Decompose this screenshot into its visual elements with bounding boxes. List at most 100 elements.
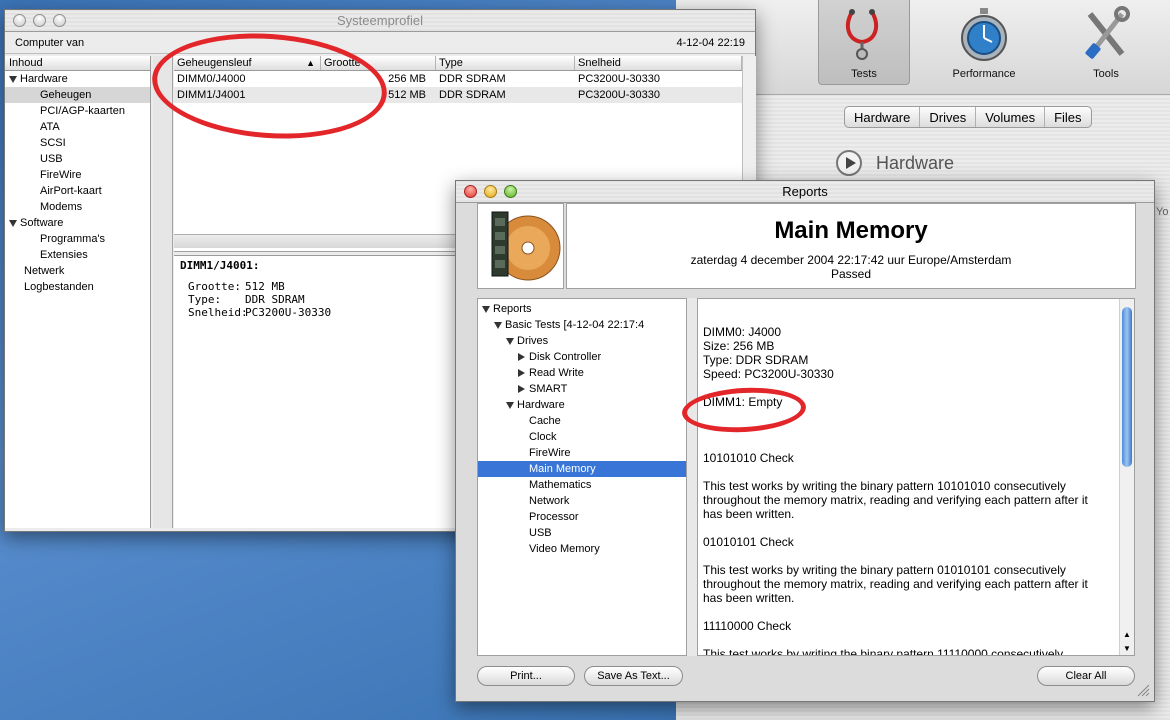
segment-volumes[interactable]: Volumes — [976, 107, 1046, 127]
tree-label: Disk Controller — [529, 351, 602, 363]
close-button[interactable] — [13, 14, 26, 27]
tree-item-firewire[interactable]: FireWire — [478, 445, 686, 461]
scroll-thumb[interactable] — [1122, 307, 1132, 467]
column-header-speed[interactable]: Snelheid — [575, 56, 742, 70]
tree-item-video-memory[interactable]: Video Memory — [478, 541, 686, 557]
check-heading: 10101010 Check — [703, 451, 794, 465]
reports-tree: Reports Basic Tests [4-12-04 22:17:4 Dri… — [477, 298, 687, 656]
segment-files[interactable]: Files — [1045, 107, 1090, 127]
tree-item-ata[interactable]: ATA — [5, 119, 150, 135]
tree-item-usb[interactable]: USB — [5, 151, 150, 167]
tree-item-cache[interactable]: Cache — [478, 413, 686, 429]
info-bar: Computer van 4-12-04 22:19 — [5, 32, 755, 54]
save-as-text-button[interactable]: Save As Text... — [584, 666, 683, 686]
tree-item-basic-tests[interactable]: Basic Tests [4-12-04 22:17:4 — [478, 317, 686, 333]
tree-item-netwerk[interactable]: Netwerk — [5, 263, 150, 279]
edge-text: Yo — [1156, 206, 1169, 218]
tree-label: Reports — [493, 303, 532, 315]
report-status: Passed — [830, 267, 872, 281]
split-divider[interactable] — [153, 56, 173, 528]
tree-item-smart[interactable]: SMART — [478, 381, 686, 397]
disclosure-closed-icon[interactable] — [518, 353, 525, 362]
profile-date: 4-12-04 22:19 — [676, 37, 746, 49]
tree-label: Hardware — [20, 73, 68, 85]
tree-item-mathematics[interactable]: Mathematics — [478, 477, 686, 493]
tree-label: Drives — [517, 335, 549, 347]
check-description: This test works by writing the binary pa… — [703, 647, 1064, 656]
tree-item-hardware[interactable]: Hardware — [5, 71, 150, 87]
tree-item-disk-controller[interactable]: Disk Controller — [478, 349, 686, 365]
section-heading: Hardware — [836, 150, 954, 176]
toolbar-label: Performance — [952, 68, 1016, 80]
tree-item-read-write[interactable]: Read Write — [478, 365, 686, 381]
memory-disc-icon — [491, 211, 561, 281]
cell-type: DDR SDRAM — [439, 73, 506, 85]
split-divider[interactable] — [687, 298, 697, 656]
stopwatch-icon — [961, 8, 1007, 61]
toolbar-item-performance[interactable]: Performance — [938, 0, 1030, 85]
window-title: Systeemprofiel — [337, 13, 423, 28]
tree-item-reports[interactable]: Reports — [478, 301, 686, 317]
scroll-up-arrow-icon[interactable]: ▲ — [1123, 630, 1131, 639]
report-header: Main Memory zaterdag 4 december 2004 22:… — [566, 203, 1136, 289]
detail-key: Type: — [188, 293, 222, 306]
print-button[interactable]: Print... — [477, 666, 575, 686]
tree-item-clock[interactable]: Clock — [478, 429, 686, 445]
disclosure-open-icon[interactable] — [494, 321, 502, 329]
tree-item-network[interactable]: Network — [478, 493, 686, 509]
disclosure-open-icon[interactable] — [9, 75, 17, 83]
resize-grip-icon[interactable] — [1136, 683, 1150, 697]
text-scrollbar[interactable]: ▲ ▼ — [1119, 299, 1134, 655]
disclosure-open-icon[interactable] — [506, 337, 514, 345]
tree-item-software[interactable]: Software — [5, 215, 150, 231]
window-controls — [464, 185, 517, 198]
disclosure-closed-icon[interactable] — [518, 385, 525, 394]
detail-value: PC3200U-30330 — [245, 306, 332, 319]
contents-tree: Hardware Geheugen PCI/AGP-kaarten ATA SC… — [5, 71, 150, 295]
zoom-button[interactable] — [504, 185, 517, 198]
tree-item-processor[interactable]: Processor — [478, 509, 686, 525]
segment-hardware[interactable]: Hardware — [845, 107, 921, 127]
cell-speed: PC3200U-30330 — [578, 89, 660, 101]
tree-item-usb[interactable]: USB — [478, 525, 686, 541]
tree-item-geheugen[interactable]: Geheugen — [5, 87, 150, 103]
clear-all-button[interactable]: Clear All — [1037, 666, 1135, 686]
dimm0-info: DIMM0: J4000 Size: 256 MB Type: DDR SDRA… — [703, 325, 1098, 381]
check-heading: 11110000 Check — [703, 619, 792, 633]
disclosure-closed-icon[interactable] — [518, 369, 525, 378]
scroll-down-arrow-icon[interactable]: ▼ — [1123, 644, 1131, 653]
play-icon[interactable] — [836, 150, 862, 176]
tree-item-programmas[interactable]: Programma's — [5, 231, 150, 247]
minimize-button[interactable] — [33, 14, 46, 27]
tree-item-hardware[interactable]: Hardware — [478, 397, 686, 413]
tree-item-pci[interactable]: PCI/AGP-kaarten — [5, 103, 150, 119]
tree-item-scsi[interactable]: SCSI — [5, 135, 150, 151]
stethoscope-icon — [845, 9, 879, 60]
tree-item-airport[interactable]: AirPort-kaart — [5, 183, 150, 199]
toolbar-item-tests[interactable]: Tests — [818, 0, 910, 85]
tree-item-firewire[interactable]: FireWire — [5, 167, 150, 183]
segment-drives[interactable]: Drives — [920, 107, 977, 127]
disclosure-open-icon[interactable] — [506, 401, 514, 409]
toolbar-item-tools[interactable]: Tools — [1060, 0, 1152, 85]
detail-key: Snelheid: — [188, 306, 248, 319]
window-titlebar[interactable]: Reports — [456, 181, 1154, 203]
check-description: This test works by writing the binary pa… — [703, 563, 1088, 605]
minimize-button[interactable] — [484, 185, 497, 198]
tree-item-main-memory[interactable]: Main Memory — [478, 461, 686, 477]
tree-item-extensies[interactable]: Extensies — [5, 247, 150, 263]
report-text-view[interactable]: DIMM0: J4000 Size: 256 MB Type: DDR SDRA… — [697, 298, 1135, 656]
tree-label: Read Write — [529, 367, 584, 379]
close-button[interactable] — [464, 185, 477, 198]
view-segmented-control: Hardware Drives Volumes Files — [844, 106, 1092, 128]
disclosure-open-icon[interactable] — [482, 305, 490, 313]
detail-value: 512 MB — [245, 280, 285, 293]
tree-item-logbestanden[interactable]: Logbestanden — [5, 279, 150, 295]
tree-item-modems[interactable]: Modems — [5, 199, 150, 215]
zoom-button[interactable] — [53, 14, 66, 27]
column-header-type[interactable]: Type — [436, 56, 575, 70]
sidebar-header[interactable]: Inhoud — [5, 56, 150, 71]
tree-item-drives[interactable]: Drives — [478, 333, 686, 349]
window-titlebar[interactable]: Systeemprofiel — [5, 10, 755, 32]
disclosure-open-icon[interactable] — [9, 219, 17, 227]
